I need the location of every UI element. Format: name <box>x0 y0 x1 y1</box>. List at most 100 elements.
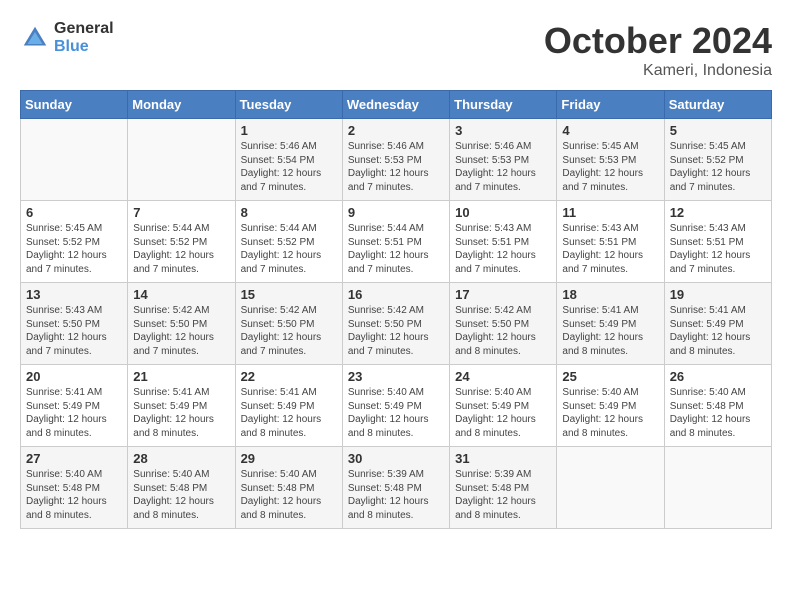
day-info: Sunrise: 5:41 AM Sunset: 5:49 PM Dayligh… <box>241 386 337 440</box>
day-info: Sunrise: 5:46 AM Sunset: 5:53 PM Dayligh… <box>348 140 444 194</box>
calendar-cell <box>21 119 128 201</box>
calendar-cell: 9Sunrise: 5:44 AM Sunset: 5:51 PM Daylig… <box>342 201 449 283</box>
day-number: 16 <box>348 287 444 302</box>
calendar-cell: 2 Sunrise: 5:46 AM Sunset: 5:53 PM Daylig… <box>342 119 449 201</box>
day-number: 15 <box>241 287 337 302</box>
calendar-cell: 29Sunrise: 5:40 AM Sunset: 5:48 PM Dayli… <box>235 447 342 529</box>
day-info: Sunrise: 5:41 AM Sunset: 5:49 PM Dayligh… <box>670 304 766 358</box>
day-info: Sunrise: 5:44 AM Sunset: 5:52 PM Dayligh… <box>241 222 337 276</box>
day-number: 12 <box>670 205 766 220</box>
day-number: 21 <box>133 369 229 384</box>
col-saturday: Saturday <box>664 91 771 119</box>
calendar-cell <box>557 447 664 529</box>
day-number: 11 <box>562 205 658 220</box>
day-info: Sunrise: 5:40 AM Sunset: 5:48 PM Dayligh… <box>670 386 766 440</box>
month-title: October 2024 <box>544 20 772 62</box>
day-number: 27 <box>26 451 122 466</box>
day-info: Sunrise: 5:39 AM Sunset: 5:48 PM Dayligh… <box>348 468 444 522</box>
day-number: 20 <box>26 369 122 384</box>
calendar-week-3: 13 Sunrise: 5:43 AM Sunset: 5:50 PM Dayli… <box>21 283 772 365</box>
calendar-cell: 16 Sunrise: 5:42 AM Sunset: 5:50 PM Dayli… <box>342 283 449 365</box>
calendar-cell: 7 Sunrise: 5:44 AM Sunset: 5:52 PM Daylig… <box>128 201 235 283</box>
day-info: Sunrise: 5:45 AM Sunset: 5:52 PM Dayligh… <box>26 222 122 276</box>
calendar-week-2: 6Sunrise: 5:45 AM Sunset: 5:52 PM Daylig… <box>21 201 772 283</box>
location-subtitle: Kameri, Indonesia <box>544 62 772 80</box>
calendar-cell: 21 Sunrise: 5:41 AM Sunset: 5:49 PM Dayli… <box>128 365 235 447</box>
day-number: 8 <box>241 205 337 220</box>
calendar-cell: 22 Sunrise: 5:41 AM Sunset: 5:49 PM Dayli… <box>235 365 342 447</box>
day-number: 9 <box>348 205 444 220</box>
day-number: 28 <box>133 451 229 466</box>
day-info: Sunrise: 5:40 AM Sunset: 5:49 PM Dayligh… <box>562 386 658 440</box>
day-number: 3 <box>455 123 551 138</box>
col-sunday: Sunday <box>21 91 128 119</box>
day-number: 30 <box>348 451 444 466</box>
calendar-cell: 17Sunrise: 5:42 AM Sunset: 5:50 PM Dayli… <box>450 283 557 365</box>
logo-blue: Blue <box>54 38 114 56</box>
title-block: October 2024 Kameri, Indonesia <box>544 20 772 80</box>
col-thursday: Thursday <box>450 91 557 119</box>
day-number: 24 <box>455 369 551 384</box>
calendar-cell: 15 Sunrise: 5:42 AM Sunset: 5:50 PM Dayli… <box>235 283 342 365</box>
day-number: 18 <box>562 287 658 302</box>
calendar-cell: 19Sunrise: 5:41 AM Sunset: 5:49 PM Dayli… <box>664 283 771 365</box>
col-wednesday: Wednesday <box>342 91 449 119</box>
col-tuesday: Tuesday <box>235 91 342 119</box>
day-info: Sunrise: 5:44 AM Sunset: 5:52 PM Dayligh… <box>133 222 229 276</box>
calendar-cell: 30 Sunrise: 5:39 AM Sunset: 5:48 PM Dayli… <box>342 447 449 529</box>
col-monday: Monday <box>128 91 235 119</box>
calendar-cell: 13 Sunrise: 5:43 AM Sunset: 5:50 PM Dayli… <box>21 283 128 365</box>
day-number: 25 <box>562 369 658 384</box>
calendar-body: 1 Sunrise: 5:46 AM Sunset: 5:54 PM Daylig… <box>21 119 772 529</box>
calendar-cell: 8 Sunrise: 5:44 AM Sunset: 5:52 PM Daylig… <box>235 201 342 283</box>
day-info: Sunrise: 5:43 AM Sunset: 5:50 PM Dayligh… <box>26 304 122 358</box>
day-info: Sunrise: 5:45 AM Sunset: 5:53 PM Dayligh… <box>562 140 658 194</box>
day-number: 5 <box>670 123 766 138</box>
header-row: Sunday Monday Tuesday Wednesday Thursday… <box>21 91 772 119</box>
calendar-week-5: 27 Sunrise: 5:40 AM Sunset: 5:48 PM Dayli… <box>21 447 772 529</box>
logo-general: General <box>54 20 114 38</box>
day-info: Sunrise: 5:39 AM Sunset: 5:48 PM Dayligh… <box>455 468 551 522</box>
calendar-cell: 10 Sunrise: 5:43 AM Sunset: 5:51 PM Dayli… <box>450 201 557 283</box>
calendar-header: Sunday Monday Tuesday Wednesday Thursday… <box>21 91 772 119</box>
calendar-cell: 27 Sunrise: 5:40 AM Sunset: 5:48 PM Dayli… <box>21 447 128 529</box>
day-number: 26 <box>670 369 766 384</box>
day-number: 7 <box>133 205 229 220</box>
calendar-cell: 18 Sunrise: 5:41 AM Sunset: 5:49 PM Dayli… <box>557 283 664 365</box>
day-info: Sunrise: 5:43 AM Sunset: 5:51 PM Dayligh… <box>562 222 658 276</box>
day-info: Sunrise: 5:43 AM Sunset: 5:51 PM Dayligh… <box>670 222 766 276</box>
day-info: Sunrise: 5:40 AM Sunset: 5:49 PM Dayligh… <box>348 386 444 440</box>
day-info: Sunrise: 5:42 AM Sunset: 5:50 PM Dayligh… <box>241 304 337 358</box>
day-info: Sunrise: 5:41 AM Sunset: 5:49 PM Dayligh… <box>133 386 229 440</box>
calendar-cell <box>128 119 235 201</box>
calendar-cell: 26 Sunrise: 5:40 AM Sunset: 5:48 PM Dayli… <box>664 365 771 447</box>
day-info: Sunrise: 5:42 AM Sunset: 5:50 PM Dayligh… <box>348 304 444 358</box>
logo-text: General Blue <box>54 20 114 55</box>
calendar-cell: 23Sunrise: 5:40 AM Sunset: 5:49 PM Dayli… <box>342 365 449 447</box>
day-info: Sunrise: 5:46 AM Sunset: 5:53 PM Dayligh… <box>455 140 551 194</box>
day-info: Sunrise: 5:46 AM Sunset: 5:54 PM Dayligh… <box>241 140 337 194</box>
day-number: 13 <box>26 287 122 302</box>
day-info: Sunrise: 5:41 AM Sunset: 5:49 PM Dayligh… <box>562 304 658 358</box>
day-info: Sunrise: 5:43 AM Sunset: 5:51 PM Dayligh… <box>455 222 551 276</box>
calendar-cell: 12 Sunrise: 5:43 AM Sunset: 5:51 PM Dayli… <box>664 201 771 283</box>
calendar-week-4: 20 Sunrise: 5:41 AM Sunset: 5:49 PM Dayli… <box>21 365 772 447</box>
day-number: 14 <box>133 287 229 302</box>
day-info: Sunrise: 5:40 AM Sunset: 5:48 PM Dayligh… <box>26 468 122 522</box>
day-number: 22 <box>241 369 337 384</box>
day-info: Sunrise: 5:40 AM Sunset: 5:49 PM Dayligh… <box>455 386 551 440</box>
calendar-cell: 11 Sunrise: 5:43 AM Sunset: 5:51 PM Dayli… <box>557 201 664 283</box>
day-number: 2 <box>348 123 444 138</box>
logo: General Blue <box>20 20 114 55</box>
calendar-cell: 1 Sunrise: 5:46 AM Sunset: 5:54 PM Daylig… <box>235 119 342 201</box>
calendar-cell: 6Sunrise: 5:45 AM Sunset: 5:52 PM Daylig… <box>21 201 128 283</box>
calendar-week-1: 1 Sunrise: 5:46 AM Sunset: 5:54 PM Daylig… <box>21 119 772 201</box>
day-info: Sunrise: 5:42 AM Sunset: 5:50 PM Dayligh… <box>133 304 229 358</box>
day-number: 4 <box>562 123 658 138</box>
calendar-cell: 14 Sunrise: 5:42 AM Sunset: 5:50 PM Dayli… <box>128 283 235 365</box>
day-number: 17 <box>455 287 551 302</box>
day-number: 31 <box>455 451 551 466</box>
day-number: 29 <box>241 451 337 466</box>
day-number: 10 <box>455 205 551 220</box>
day-number: 1 <box>241 123 337 138</box>
